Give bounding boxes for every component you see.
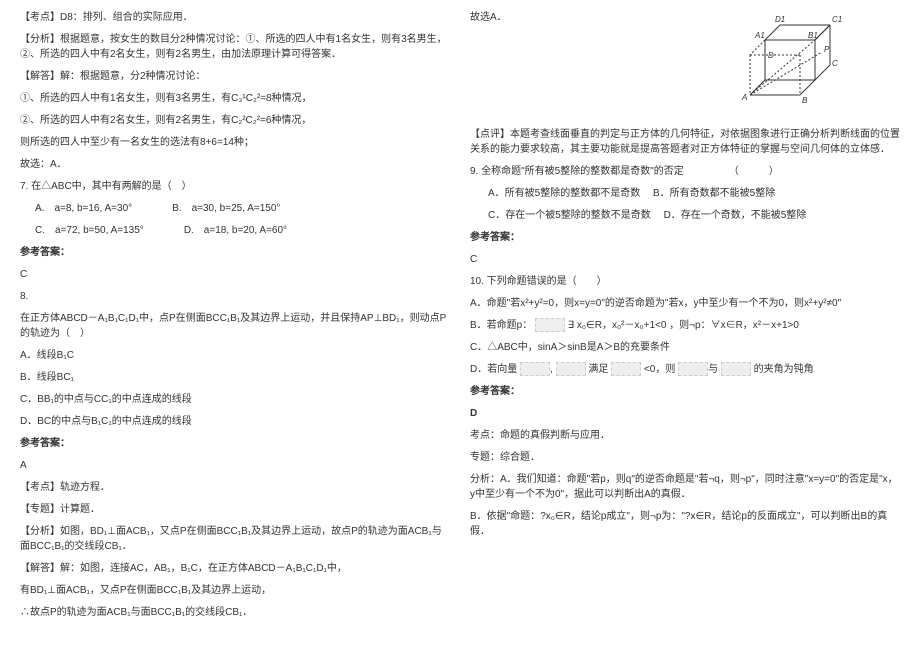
label-c: C [832,59,838,68]
q7-opt-b: B. a=30, b=25, A=150° [172,201,280,216]
q10-zhuanti: 专题：综合题． [470,450,900,465]
q7-opt-d: D. a=18, b=20, A=60° [184,223,287,238]
q10-opt-c: C．△ABC中，sinA＞sinB是A＞B的充要条件 [470,340,900,355]
q7-opt-a: A. a=8, b=16, A=30° [35,201,132,216]
dot-product-icon [611,362,641,376]
q8-opt-c: C．BB₁的中点与CC₁的中点连成的线段 [20,392,450,407]
case2: ②、所选的四人中有2名女生，则有2名男生，有C₂²C₂²=6种情况， [20,113,450,128]
guxuan: 故选：A． [20,157,450,172]
q9-stem: 9. 全称命题"所有被5整除的整数都是奇数"的否定 （ ） [470,164,900,179]
q10-d-end: 的夹角为钝角 [754,364,814,375]
q10-b-mid: ，则¬p：∀x∈R，x²－x+1>0 [669,320,799,331]
q10-opt-d: D．若向量 , 满足 <0，则 与 的夹角为钝角 [470,362,900,377]
q9-opts-row1: A．所有被5整除的整数都不是奇数 B．所有奇数都不能被5整除 [470,186,900,201]
label-a: A [741,93,747,102]
q9-opt-b: B．所有奇数都不能被5整除 [653,188,775,199]
q10-ref: 参考答案： [470,384,900,399]
q8-num: 8. [20,289,450,304]
q10-d-mid: 满足 [588,364,608,375]
label-b: B [802,96,808,105]
q10-ans: D [470,406,900,421]
q10-kaodian: 考点：命题的真假判断与应用． [470,428,900,443]
left-column: 【考点】D8：排列、组合的实际应用． 【分析】根据题意，按女生的数目分2种情况讨… [0,0,460,651]
label-d: D [768,51,774,60]
q10-stem: 10. 下列命题错误的是（ ） [470,274,900,289]
q8-zhuanti: 【专题】计算题． [20,502,450,517]
q10-fenxi-a: 分析：A．我们知道：命题"若p，则q"的逆否命题是"若¬q，则¬p"，同时注意"… [470,472,900,502]
q8-stem: 在正方体ABCD－A₁B₁C₁D₁中，点P在侧面BCC₁B₁及其边界上运动，并且… [20,311,450,341]
q7-options-row2: C. a=72, b=50, A=135° D. a=18, b=20, A=6… [35,223,450,238]
q8-fenxi: 【分析】如图，BD₁⊥面ACB₁，又点P在侧面BCC₁B₁及其边界上运动，故点P… [20,524,450,554]
q7-ans: C [20,267,450,282]
fenxi-line: 【分析】根据题意，按女生的数目分2种情况讨论：①、所选的四人中有1名女生，则有3… [20,32,450,62]
q7-opt-c: C. a=72, b=50, A=135° [35,223,144,238]
jieda-head: 【解答】解：根据题意，分2种情况讨论： [20,69,450,84]
q7-stem: 7. 在△ABC中，其中有两解的是（ ） [20,179,450,194]
label-p: P [824,45,830,54]
q8-jieda3: ∴故点P的轨迹为面ACB₁与面BCC₁B₁的交线段CB₁． [20,605,450,620]
q8-ref: 参考答案： [20,436,450,451]
q10-d-head: D．若向量 [470,364,517,375]
vector-b2-icon [721,362,751,376]
q7-ref: 参考答案： [20,245,450,260]
case1: ①、所选的四人中有1名女生，则有3名男生，有C₃¹C₂²=8种情况， [20,91,450,106]
q8-opt-d: D．BC的中点与B₁C₁的中点连成的线段 [20,414,450,429]
q9-ref: 参考答案： [470,230,900,245]
vector-b-icon [556,362,586,376]
cube-diagram: D1 C1 A1 B1 P D C A B [740,10,860,110]
q7-options-row1: A. a=8, b=16, A=30° B. a=30, b=25, A=150… [35,201,450,216]
kaodian-line: 【考点】D8：排列、组合的实际应用． [20,10,450,25]
q8-jieda2: 有BD₁⊥面ACB₁，又点P在侧面BCC₁B₁及其边界上运动， [20,583,450,598]
right-column: 故选A． D1 C1 A1 B1 P D C [460,0,920,651]
label-d1: D1 [775,15,785,24]
q9-opt-d: D．存在一个奇数，不能被5整除 [664,210,807,221]
q10-fenxi-b: B．依据"命题：?x₀∈R，结论p成立"，则¬p为："?x∈R，结论p的反面成立… [470,509,900,539]
q8-opt-b: B．线段BC₁ [20,370,450,385]
label-b1: B1 [808,31,818,40]
q8-ans: A [20,458,450,473]
q9-ans: C [470,252,900,267]
q10-opt-b: B．若命题p： ∃ x₀∈R，x₀²－x₀+1<0 ，则¬p：∀x∈R，x²－x… [470,318,900,333]
label-a1: A1 [754,31,765,40]
q8-opt-a: A．线段B₁C [20,348,450,363]
case-sum: 则所选的四人中至少有一名女生的选法有8+6=14种； [20,135,450,150]
q9-opts-row2: C．存在一个被5整除的整数不是奇数 D．存在一个奇数，不能被5整除 [470,208,900,223]
q10-b-head: B．若命题p： [470,320,532,331]
q8-kaodian: 【考点】轨迹方程． [20,480,450,495]
vector-a-icon [520,362,550,376]
q9-opt-c: C．存在一个被5整除的整数不是奇数 [488,210,651,221]
q10-opt-a: A．命题"若x²+y²=0，则x=y=0"的逆否命题为"若x，y中至少有一个不为… [470,296,900,311]
q8-jieda1: 【解答】解：如图，连接AC，AB₁，B₁C，在正方体ABCD－A₁B₁C₁D₁中… [20,561,450,576]
formula-exists-icon [535,318,565,332]
dianping: 【点评】本题考查线面垂直的判定与正方体的几何特征，对依据图象进行正确分析判断线面… [470,127,900,157]
q9-opt-a: A．所有被5整除的整数都不是奇数 [488,188,640,199]
label-c1: C1 [832,15,842,24]
vector-a2-icon [678,362,708,376]
q10-d-tail: <0，则 [644,364,675,375]
